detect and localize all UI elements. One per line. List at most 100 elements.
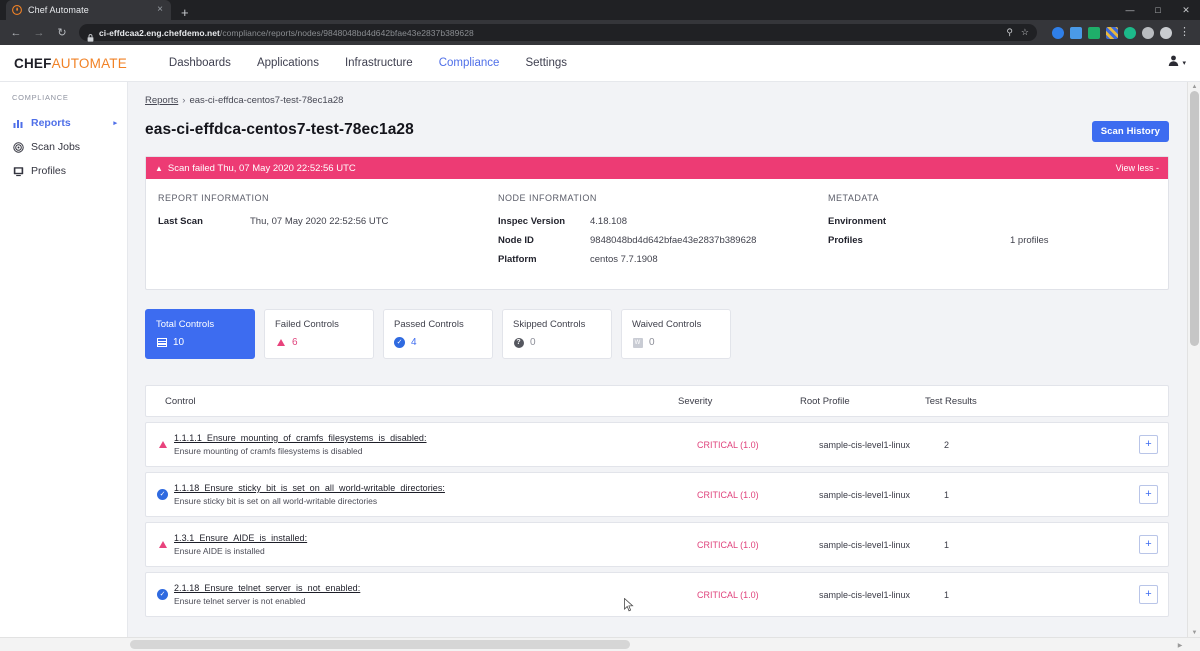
nav-item-dashboards[interactable]: Dashboards (169, 57, 231, 69)
expand-row-button[interactable]: + (1139, 435, 1158, 454)
controls-table: Control Severity Root Profile Test Resul… (145, 385, 1169, 617)
report-information-column: REPORT INFORMATION Last Scan Thu, 07 May… (158, 193, 498, 273)
stat-card-failed-controls[interactable]: Failed Controls 6 (264, 309, 374, 359)
nav-item-compliance[interactable]: Compliance (439, 57, 500, 69)
control-id[interactable]: 1.1.1.1_Ensure_mounting_of_cramfs_filesy… (174, 433, 697, 443)
address-bar[interactable]: ci-effdcaa2.eng.chefdemo.net/compliance/… (79, 24, 1037, 41)
url-text: ci-effdcaa2.eng.chefdemo.net/compliance/… (99, 28, 474, 38)
table-row[interactable]: ✓ 2.1.18_Ensure_telnet_server_is_not_ena… (145, 572, 1169, 617)
extension-grey-two-icon[interactable] (1160, 27, 1172, 39)
report-information-heading: REPORT INFORMATION (158, 193, 498, 203)
table-row[interactable]: ✓ 1.1.18_Ensure_sticky_bit_is_set_on_all… (145, 472, 1169, 517)
info-row-environment: Environment (828, 216, 1156, 227)
main-content: Reports›eas-ci-effdca-centos7-test-78ec1… (128, 82, 1200, 637)
info-value-inspec-version: 4.18.108 (590, 216, 627, 227)
back-icon[interactable]: ← (6, 23, 26, 43)
expand-row-button[interactable]: + (1139, 535, 1158, 554)
browser-menu-icon[interactable]: ⋮ (1175, 27, 1194, 38)
nav-item-settings[interactable]: Settings (525, 57, 567, 69)
new-tab-button[interactable]: + (181, 6, 189, 19)
warning-triangle-icon: ▲ (155, 164, 163, 173)
breadcrumb-reports-link[interactable]: Reports (145, 95, 178, 106)
info-value-last-scan: Thu, 07 May 2020 22:52:56 UTC (250, 216, 388, 227)
control-test-results: 1 (944, 540, 1139, 550)
control-id[interactable]: 1.1.18_Ensure_sticky_bit_is_set_on_all_w… (174, 483, 697, 493)
extension-striped-icon[interactable] (1106, 27, 1118, 39)
nav-item-applications[interactable]: Applications (257, 57, 319, 69)
fingerprint-icon (12, 141, 24, 153)
profile-book-icon (12, 165, 24, 177)
extension-blue-circle-icon[interactable] (1052, 27, 1064, 39)
stat-card-total-controls[interactable]: Total Controls 10 (145, 309, 255, 359)
maximize-icon[interactable]: □ (1144, 0, 1172, 20)
scan-history-button[interactable]: Scan History (1092, 121, 1169, 142)
sidebar-section-label: COMPLIANCE (0, 93, 127, 111)
extension-green-g-icon[interactable] (1124, 27, 1136, 39)
stat-card-skipped-controls[interactable]: Skipped Controls ? 0 (502, 309, 612, 359)
vertical-scrollbar[interactable]: ▲ ▼ (1187, 82, 1200, 637)
table-row[interactable]: 1.1.1.1_Ensure_mounting_of_cramfs_filesy… (145, 422, 1169, 467)
horizontal-scrollbar-thumb[interactable] (130, 640, 630, 649)
page-body: COMPLIANCE Reports ▸ Scan Jobs (0, 82, 1200, 637)
status-failed-icon (156, 441, 169, 448)
skipped-circle-icon: ? (513, 337, 524, 348)
info-value-node-id: 9848048bd4d642bfae43e2837b389628 (590, 235, 756, 246)
vertical-scrollbar-thumb[interactable] (1190, 91, 1199, 346)
sidebar-item-reports[interactable]: Reports ▸ (0, 111, 127, 135)
browser-window: Chef Automate × + — □ ✕ ← → ↻ ci-effdcaa… (0, 0, 1200, 651)
extension-blue-square-icon[interactable] (1070, 27, 1082, 39)
expand-row-button[interactable]: + (1139, 485, 1158, 504)
omnibox-actions: ⚲ ☆ (998, 27, 1029, 38)
info-value-platform: centos 7.7.1908 (590, 254, 658, 265)
stat-card-passed-controls[interactable]: Passed Controls ✓ 4 (383, 309, 493, 359)
password-key-icon[interactable]: ⚲ (1006, 27, 1013, 38)
stat-label-waived: Waived Controls (632, 319, 720, 330)
breadcrumb: Reports›eas-ci-effdca-centos7-test-78ec1… (145, 95, 1169, 106)
horizontal-scrollbar[interactable]: ◀ ▶ (0, 637, 1200, 651)
stat-card-waived-controls[interactable]: Waived Controls W 0 (621, 309, 731, 359)
info-row-last-scan: Last Scan Thu, 07 May 2020 22:52:56 UTC (158, 216, 498, 227)
breadcrumb-separator: › (178, 95, 189, 106)
control-id[interactable]: 1.3.1_Ensure_AIDE_is_installed: (174, 533, 697, 543)
table-row[interactable]: 1.3.1_Ensure_AIDE_is_installed: Ensure A… (145, 522, 1169, 567)
info-key-inspec-version: Inspec Version (498, 216, 590, 227)
star-icon[interactable]: ☆ (1021, 27, 1029, 38)
user-menu[interactable]: ▾ (1167, 54, 1186, 72)
reload-icon[interactable]: ↻ (52, 23, 72, 43)
control-test-results: 1 (944, 590, 1139, 600)
extension-icons (1044, 27, 1172, 39)
forward-icon[interactable]: → (29, 23, 49, 43)
stat-row-skipped: ? 0 (513, 337, 601, 348)
stat-value-total: 10 (173, 337, 184, 348)
minimize-icon[interactable]: — (1116, 0, 1144, 20)
scroll-down-icon[interactable]: ▼ (1188, 628, 1200, 637)
sidebar-item-label-scan-jobs: Scan Jobs (31, 141, 80, 153)
control-cell: 1.1.18_Ensure_sticky_bit_is_set_on_all_w… (169, 483, 697, 506)
stat-row-waived: W 0 (632, 337, 720, 348)
close-window-icon[interactable]: ✕ (1172, 0, 1200, 20)
sidebar-item-scan-jobs[interactable]: Scan Jobs (0, 135, 127, 159)
nav-item-infrastructure[interactable]: Infrastructure (345, 57, 413, 69)
sidebar-item-profiles[interactable]: Profiles (0, 159, 127, 183)
info-row-profiles: Profiles 1 profiles (828, 235, 1156, 246)
info-value-profiles: 1 profiles (1010, 235, 1049, 246)
scroll-up-icon[interactable]: ▲ (1188, 82, 1200, 91)
expand-row-button[interactable]: + (1139, 585, 1158, 604)
extension-grey-one-icon[interactable] (1142, 27, 1154, 39)
sidebar: COMPLIANCE Reports ▸ Scan Jobs (0, 82, 128, 637)
info-key-profiles: Profiles (828, 235, 1010, 246)
control-id[interactable]: 2.1.18_Ensure_telnet_server_is_not_enabl… (174, 583, 697, 593)
control-cell: 2.1.18_Ensure_telnet_server_is_not_enabl… (169, 583, 697, 606)
control-severity: CRITICAL (1.0) (697, 590, 819, 600)
close-icon[interactable]: × (155, 5, 165, 15)
app-logo[interactable]: CHEFAUTOMATE (14, 56, 127, 71)
view-less-toggle[interactable]: View less - (1116, 163, 1159, 173)
scan-failed-banner: ▲ Scan failed Thu, 07 May 2020 22:52:56 … (146, 157, 1168, 179)
control-test-results: 2 (944, 440, 1139, 450)
browser-tab[interactable]: Chef Automate × (6, 0, 171, 20)
extension-grammarly-g-icon[interactable] (1088, 27, 1100, 39)
control-severity: CRITICAL (1.0) (697, 540, 819, 550)
info-row-node-id: Node ID 9848048bd4d642bfae43e2837b389628 (498, 235, 828, 246)
scroll-right-icon[interactable]: ▶ (1174, 638, 1186, 651)
info-row-inspec-version: Inspec Version 4.18.108 (498, 216, 828, 227)
